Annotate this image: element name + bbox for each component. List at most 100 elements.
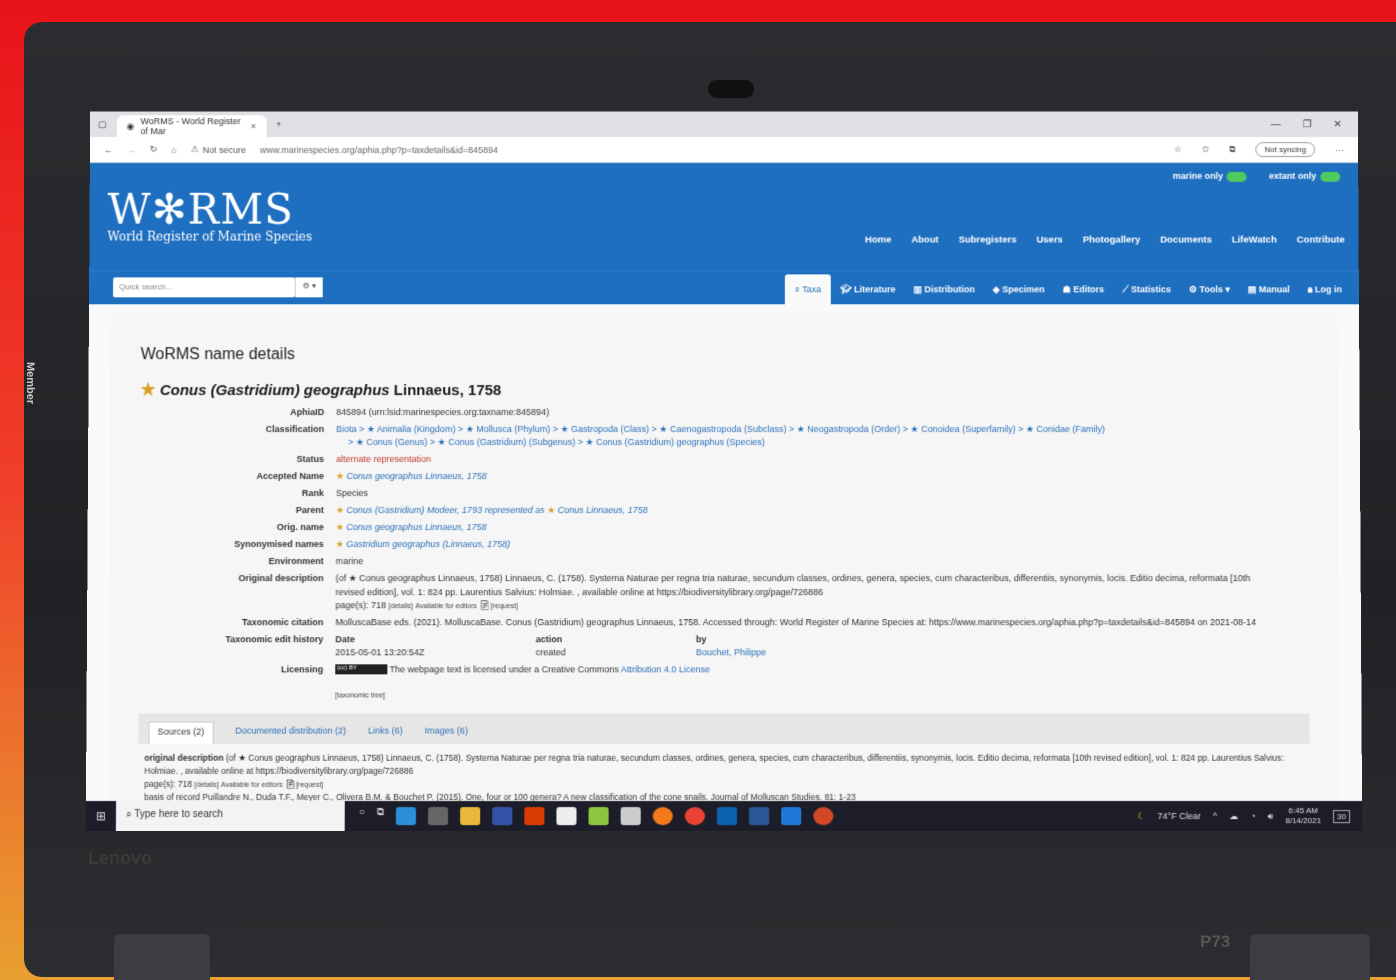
tab-sources[interactable]: Sources (2) bbox=[148, 722, 213, 744]
details-link[interactable]: [details] bbox=[194, 781, 218, 788]
taxonomic-tree-link[interactable]: [taxonomic tree] bbox=[335, 692, 385, 699]
nav-subregisters[interactable]: Subregisters bbox=[959, 235, 1017, 246]
subnav-literature[interactable]: 🎓︎ Literature bbox=[831, 284, 904, 305]
tab-actions-icon[interactable]: ▢ bbox=[98, 119, 107, 130]
details-link[interactable]: [details] bbox=[389, 603, 413, 610]
worms-logo[interactable]: W✻RMS World Register of Marine Species bbox=[107, 185, 312, 244]
collections-icon[interactable]: ⧉ bbox=[1229, 144, 1235, 155]
settings-menu-icon[interactable]: ··· bbox=[1335, 145, 1344, 155]
classification-line1[interactable]: Biota > ★ Animalia (Kingdom) > ★ Mollusc… bbox=[336, 423, 1264, 436]
nav-photogallery[interactable]: Photogallery bbox=[1083, 235, 1140, 246]
row-classification: Classification Biota > ★ Animalia (Kingd… bbox=[200, 421, 1270, 451]
nav-contribute[interactable]: Contribute bbox=[1297, 235, 1345, 246]
clock[interactable]: 6:45 AM 8/14/2021 bbox=[1285, 806, 1321, 827]
environment-value: marine bbox=[330, 553, 1271, 570]
app-icon[interactable] bbox=[492, 807, 512, 825]
cloud-icon[interactable]: ☁ bbox=[1229, 811, 1238, 822]
favorites-icon[interactable]: ✩ bbox=[1202, 144, 1210, 155]
row-licensing: Licensing (cc) BY The webpage text is li… bbox=[199, 661, 1271, 703]
subnav-editors[interactable]: ☗ Editors bbox=[1054, 284, 1114, 305]
favicon-icon: ◉ bbox=[126, 121, 134, 132]
minimize-icon[interactable]: — bbox=[1271, 119, 1281, 130]
acrobat-icon[interactable] bbox=[557, 807, 577, 825]
tab-links[interactable]: Links (6) bbox=[368, 722, 403, 744]
app-icon[interactable] bbox=[621, 807, 641, 825]
quick-search-input[interactable]: Quick search... bbox=[113, 277, 295, 297]
edge-icon[interactable] bbox=[396, 807, 416, 825]
subnav-statistics[interactable]: ⟋ Statistics bbox=[1113, 284, 1180, 305]
office-icon[interactable] bbox=[525, 807, 545, 825]
cc-by-badge[interactable]: (cc) BY bbox=[335, 665, 387, 675]
outlook-icon[interactable] bbox=[717, 807, 737, 825]
site-header: marine only extant only W✻RMS World Regi… bbox=[89, 163, 1359, 270]
subnav-specimen[interactable]: ◈ Specimen bbox=[984, 284, 1054, 305]
subnav-tools[interactable]: ⚙ Tools ▾ bbox=[1180, 284, 1239, 305]
accepted-name-link[interactable]: Conus geographus Linnaeus, 1758 bbox=[347, 471, 487, 481]
request-link[interactable]: [request] bbox=[296, 781, 323, 788]
windows-start-icon[interactable]: ⊞ bbox=[86, 809, 116, 823]
book-icon: ▤ bbox=[1248, 284, 1259, 294]
tag-icon: ◈ bbox=[993, 284, 1002, 294]
marine-only-toggle[interactable]: marine only bbox=[1173, 171, 1247, 182]
request-link[interactable]: [request] bbox=[491, 603, 518, 610]
reload-icon[interactable]: ↻ bbox=[150, 144, 158, 155]
parent-link[interactable]: Conus (Gastridium) Modeer, 1793 represen… bbox=[346, 505, 544, 515]
task-view-icon[interactable]: ⧉ bbox=[377, 807, 384, 825]
firefox-icon[interactable] bbox=[653, 807, 673, 825]
favorite-star-icon[interactable]: ☆ bbox=[1174, 144, 1182, 155]
nav-lifewatch[interactable]: LifeWatch bbox=[1232, 235, 1277, 246]
chrome-icon[interactable] bbox=[685, 807, 705, 825]
taxon-author: Linnaeus, 1758 bbox=[394, 382, 502, 399]
not-secure-label[interactable]: Not secure bbox=[203, 145, 246, 155]
nav-documents[interactable]: Documents bbox=[1160, 235, 1212, 246]
history-date: 2015-05-01 13:20:54Z bbox=[335, 646, 535, 659]
parent-genus-link[interactable]: Conus Linnaeus, 1758 bbox=[558, 505, 648, 515]
subnav-manual[interactable]: ▤ Manual bbox=[1239, 284, 1299, 305]
tab-close-icon[interactable]: × bbox=[251, 121, 256, 131]
tab-distribution[interactable]: Documented distribution (2) bbox=[235, 722, 346, 744]
photos-icon[interactable] bbox=[781, 807, 801, 825]
main-nav: Home About Subregisters Users Photogalle… bbox=[865, 235, 1345, 246]
toggle-switch-icon bbox=[1227, 172, 1247, 182]
url-field[interactable]: www.marinespecies.org/aphia.php?p=taxdet… bbox=[260, 145, 498, 155]
store-icon[interactable] bbox=[428, 807, 448, 825]
restore-icon[interactable]: ❐ bbox=[1303, 119, 1312, 130]
taskbar-search-input[interactable]: ⌕ Type here to search bbox=[116, 801, 345, 831]
map-icon: ▥ bbox=[913, 284, 924, 294]
nav-users[interactable]: Users bbox=[1037, 235, 1063, 246]
forward-icon[interactable]: → bbox=[127, 145, 136, 155]
row-environment: Environment marine bbox=[199, 553, 1270, 570]
file-explorer-icon[interactable] bbox=[460, 807, 480, 825]
browser-tab[interactable]: ◉ WoRMS - World Register of Mar × bbox=[116, 115, 266, 137]
app-icon[interactable] bbox=[749, 807, 769, 825]
sticky-app-icon[interactable] bbox=[589, 807, 609, 825]
weather-label[interactable]: 74°F Clear bbox=[1157, 811, 1200, 821]
license-link[interactable]: Attribution 4.0 License bbox=[621, 664, 710, 674]
classification-line2[interactable]: > ★ Conus (Genus) > ★ Conus (Gastridium)… bbox=[336, 436, 1264, 449]
nav-home[interactable]: Home bbox=[865, 235, 891, 246]
powerpoint-icon[interactable] bbox=[813, 807, 833, 825]
history-by-link[interactable]: Bouchet, Philippe bbox=[696, 646, 896, 659]
notifications-icon[interactable]: 30 bbox=[1333, 810, 1350, 823]
close-window-icon[interactable]: ✕ bbox=[1334, 119, 1342, 130]
profile-sync-button[interactable]: Not syncing bbox=[1256, 142, 1316, 157]
subnav-taxa[interactable]: ⌕ Taxa bbox=[785, 274, 831, 305]
search-options-button[interactable]: ⚙ ▾ bbox=[295, 277, 323, 297]
volume-icon[interactable]: 🔊︎ bbox=[1268, 811, 1274, 822]
tray-chevron-icon[interactable]: ^ bbox=[1213, 811, 1217, 821]
orig-name-link[interactable]: Conus geographus Linnaeus, 1758 bbox=[346, 522, 486, 532]
nav-about[interactable]: About bbox=[911, 235, 938, 246]
synonym-link[interactable]: Gastridium geographus (Linnaeus, 1758) bbox=[346, 539, 510, 549]
bezel-model: P73 bbox=[1200, 932, 1230, 952]
toggle-switch-icon bbox=[1320, 172, 1340, 182]
wifi-icon[interactable]: ◔ bbox=[1250, 811, 1256, 821]
webcam bbox=[708, 80, 754, 98]
tab-images[interactable]: Images (6) bbox=[425, 722, 468, 744]
home-icon[interactable]: ⌂ bbox=[171, 145, 176, 155]
subnav-distribution[interactable]: ▥ Distribution bbox=[905, 284, 984, 305]
back-icon[interactable]: ← bbox=[104, 145, 113, 155]
extant-only-toggle[interactable]: extant only bbox=[1269, 171, 1340, 182]
cortana-icon[interactable]: ○ bbox=[359, 807, 365, 825]
new-tab-button[interactable]: + bbox=[276, 119, 281, 129]
subnav-login[interactable]: 🔒︎ Log in bbox=[1299, 284, 1351, 305]
